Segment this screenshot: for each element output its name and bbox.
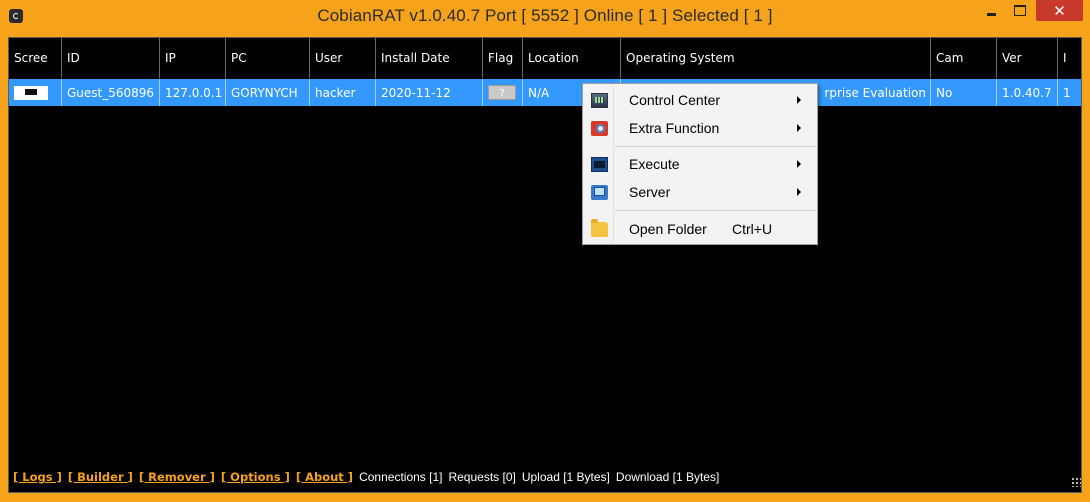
close-icon: ✕ [1053, 1, 1066, 20]
execute-icon [591, 156, 608, 172]
extra-function-icon [591, 120, 608, 136]
control-center-icon [591, 92, 608, 108]
column-header-location[interactable]: Location [523, 38, 621, 78]
server-icon [591, 184, 608, 200]
window-title: CobianRAT v1.0.40.7 Port [ 5552 ] Online… [317, 6, 773, 25]
column-header-flag[interactable]: Flag [483, 38, 523, 78]
minimize-button[interactable] [976, 0, 1006, 21]
menu-item-label: Open Folder [629, 221, 707, 237]
submenu-arrow-icon [797, 124, 801, 132]
menu-item-open-folder[interactable]: Open Folder Ctrl+U [585, 216, 815, 242]
menu-item-label: Extra Function [629, 120, 720, 136]
column-header-screen[interactable]: Scree [9, 38, 62, 78]
cell-pc: GORYNYCH [226, 79, 310, 106]
grid-header: Scree ID IP PC User Install Date Flag Lo… [9, 38, 1081, 78]
menu-item-label: Server [629, 184, 671, 200]
menu-item-server[interactable]: Server [585, 179, 815, 205]
resize-grip-icon[interactable] [1071, 477, 1081, 487]
download-count: Download [1 Bytes] [615, 470, 720, 484]
column-header-user[interactable]: User [310, 38, 376, 78]
menu-item-extra-function[interactable]: Extra Function [585, 115, 815, 141]
column-header-ver[interactable]: Ver [997, 38, 1058, 78]
menu-item-shortcut: Ctrl+U [732, 221, 773, 237]
folder-icon [591, 218, 608, 237]
cell-ip: 127.0.0.1 [160, 79, 226, 106]
about-link[interactable]: [ About ] [296, 470, 353, 484]
cell-user: hacker [310, 79, 376, 106]
client-list-view[interactable]: Scree ID IP PC User Install Date Flag Lo… [8, 37, 1082, 493]
submenu-arrow-icon [797, 96, 801, 104]
cell-ver: 1.0.40.7 [997, 79, 1058, 106]
minimize-icon [986, 13, 996, 16]
table-row[interactable]: Guest_560896 127.0.0.1 GORYNYCH hacker 2… [9, 79, 1081, 106]
menu-separator [615, 146, 815, 147]
cell-id: Guest_560896 [62, 79, 160, 106]
menu-separator [615, 210, 815, 211]
menu-item-execute[interactable]: Execute [585, 151, 815, 177]
submenu-arrow-icon [797, 188, 801, 196]
builder-link[interactable]: [ Builder ] [68, 470, 133, 484]
column-header-ip[interactable]: IP [160, 38, 226, 78]
main-window: CobianRAT v1.0.40.7 Port [ 5552 ] Online… [0, 0, 1090, 502]
menu-item-label: Execute [629, 156, 680, 172]
submenu-arrow-icon [797, 160, 801, 168]
cell-flag: ? [483, 79, 523, 106]
options-link[interactable]: [ Options ] [221, 470, 290, 484]
title-bar[interactable]: CobianRAT v1.0.40.7 Port [ 5552 ] Online… [0, 0, 1090, 34]
upload-count: Upload [1 Bytes] [521, 470, 610, 484]
menu-item-label: Control Center [629, 92, 721, 108]
cell-install-date: 2020-11-12 [376, 79, 483, 106]
menu-item-control-center[interactable]: Control Center [585, 87, 815, 113]
context-menu: Control Center Extra Function Execute Se… [582, 83, 818, 245]
unknown-flag-icon: ? [488, 85, 516, 100]
close-button[interactable]: ✕ [1036, 0, 1083, 21]
maximize-button[interactable] [1006, 0, 1034, 21]
column-header-operating-system[interactable]: Operating System [621, 38, 931, 78]
screen-thumbnail [14, 85, 48, 100]
cell-extra: 1 [1058, 79, 1081, 106]
requests-count: Requests [0] [448, 470, 516, 484]
column-header-install-date[interactable]: Install Date [376, 38, 483, 78]
cell-cam: No [931, 79, 997, 106]
column-header-cam[interactable]: Cam [931, 38, 997, 78]
column-header-id[interactable]: ID [62, 38, 160, 78]
cell-screen [9, 79, 62, 106]
remover-link[interactable]: [ Remover ] [139, 470, 215, 484]
logs-link[interactable]: [ Logs ] [13, 470, 62, 484]
column-header-extra[interactable]: I [1058, 38, 1081, 78]
connections-count: Connections [1] [359, 470, 443, 484]
maximize-icon [1014, 5, 1026, 16]
status-bar: [ Logs ] [ Builder ] [ Remover ] [ Optio… [9, 462, 1081, 492]
column-header-pc[interactable]: PC [226, 38, 310, 78]
